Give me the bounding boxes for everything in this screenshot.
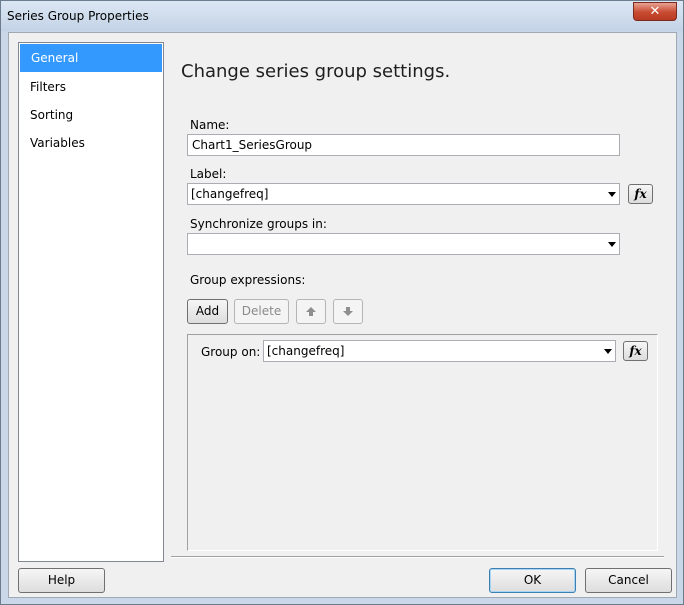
name-input[interactable]: Chart1_SeriesGroup xyxy=(187,134,620,156)
name-label: Name: xyxy=(190,118,230,132)
label-expression-button[interactable]: fx xyxy=(628,184,653,204)
page-heading: Change series group settings. xyxy=(181,61,451,82)
footer-separator xyxy=(171,556,664,558)
close-icon: ✕ xyxy=(649,4,661,19)
chevron-down-icon[interactable] xyxy=(604,349,612,354)
label-combobox[interactable]: [changefreq] xyxy=(187,183,620,205)
function-fx-icon: fx xyxy=(634,187,647,201)
chevron-down-icon[interactable] xyxy=(608,192,616,197)
group-expressions-label: Group expressions: xyxy=(190,273,306,287)
group-on-expression-button[interactable]: fx xyxy=(623,341,648,361)
group-on-label: Group on: xyxy=(201,345,261,359)
label-label: Label: xyxy=(190,167,227,181)
sync-groups-combobox[interactable] xyxy=(187,233,620,255)
group-on-value: [changefreq] xyxy=(267,344,345,358)
cancel-button[interactable]: Cancel xyxy=(585,568,672,593)
title-bar[interactable]: Series Group Properties ✕ xyxy=(1,1,683,31)
nav-item-filters[interactable]: Filters xyxy=(19,73,163,101)
arrow-down-icon xyxy=(343,307,353,316)
sync-groups-label: Synchronize groups in: xyxy=(190,217,327,231)
nav-item-sorting[interactable]: Sorting xyxy=(19,101,163,129)
label-combobox-value: [changefreq] xyxy=(191,187,269,201)
help-button[interactable]: Help xyxy=(18,568,105,593)
ok-button[interactable]: OK xyxy=(489,568,576,593)
nav-item-general[interactable]: General xyxy=(20,44,162,72)
chevron-down-icon[interactable] xyxy=(608,242,616,247)
delete-button[interactable]: Delete xyxy=(234,299,289,324)
add-button[interactable]: Add xyxy=(187,299,228,324)
function-fx-icon: fx xyxy=(629,344,642,358)
page-nav-list: General Filters Sorting Variables xyxy=(18,42,164,562)
dialog-window: Series Group Properties ✕ General Filter… xyxy=(0,0,684,605)
nav-item-variables[interactable]: Variables xyxy=(19,129,163,157)
move-down-button[interactable] xyxy=(333,299,363,324)
group-on-combobox[interactable]: [changefreq] xyxy=(263,340,616,362)
window-title: Series Group Properties xyxy=(7,9,149,23)
dialog-client-area: General Filters Sorting Variables Change… xyxy=(8,32,677,598)
arrow-up-icon xyxy=(306,307,316,316)
close-button[interactable]: ✕ xyxy=(633,2,677,21)
move-up-button[interactable] xyxy=(296,299,326,324)
group-expressions-panel: Group on: [changefreq] fx xyxy=(187,334,658,551)
